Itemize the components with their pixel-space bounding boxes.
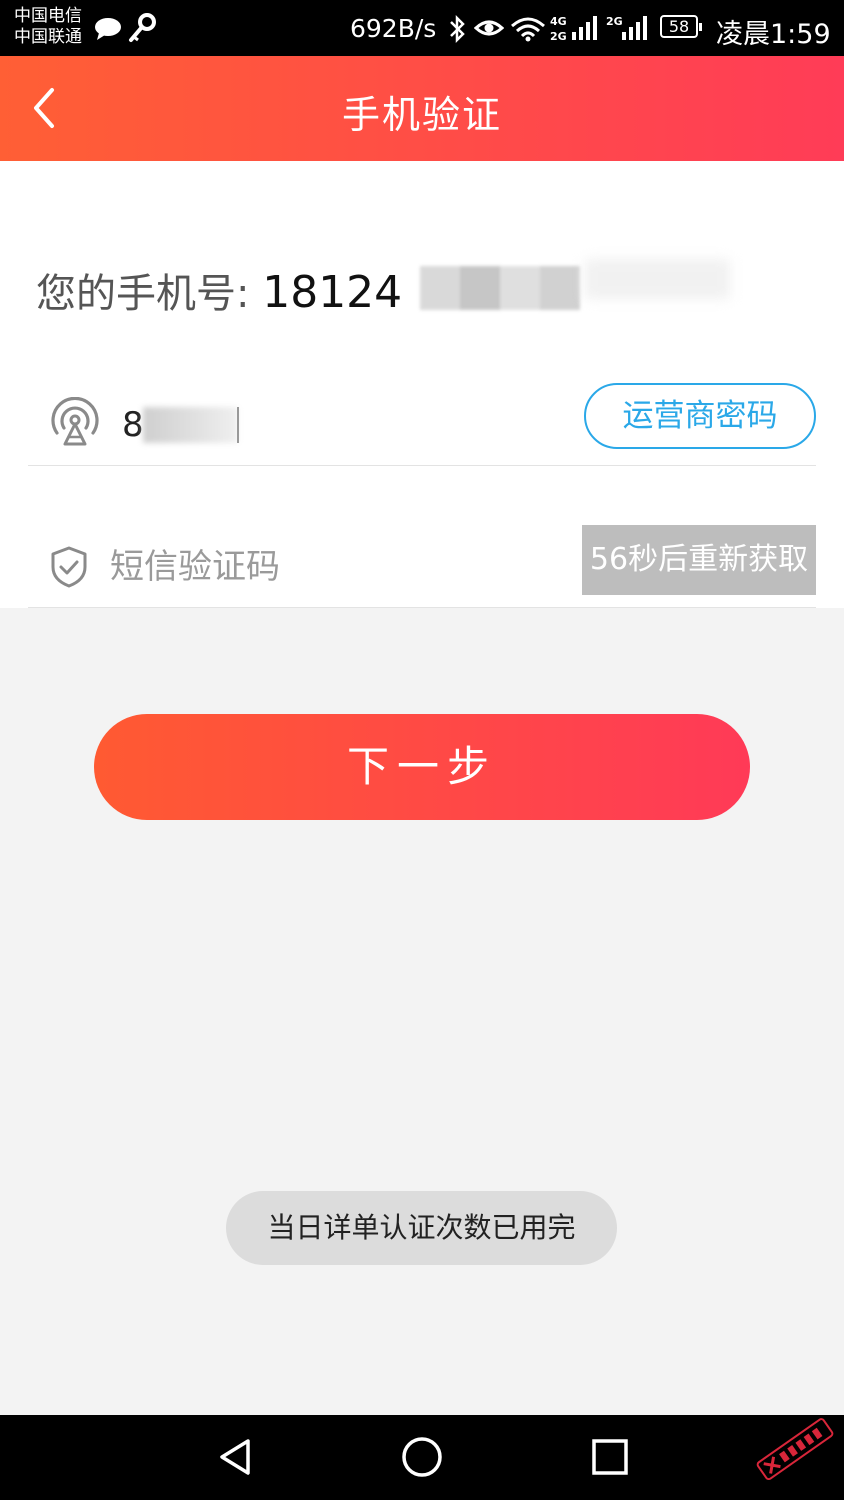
forum-watermark-logo [756,1418,834,1481]
carrier-2: 中国联通 [14,27,82,47]
next-step-button[interactable]: 下一步 [94,714,750,820]
phone-display: 您的手机号: 18124 [36,261,402,319]
system-nav-bar [0,1415,844,1500]
key-icon [129,13,156,42]
signal-4g-icon: 4G 2G [550,15,597,43]
carrier-1: 中国电信 [14,6,82,26]
eye-comfort-icon [474,20,504,36]
toast-message: 当日详单认证次数已用完 [226,1191,617,1265]
page-title: 手机验证 [341,93,502,137]
triangle-back-icon[interactable] [214,1435,258,1479]
phone-redaction-blur [585,259,730,299]
sms-code-row: 56秒后重新获取 [28,516,816,608]
resend-code-button: 56秒后重新获取 [582,525,816,595]
wifi-icon [511,17,545,42]
bluetooth-icon [450,14,465,44]
net-speed: 692B/s [350,14,437,43]
svg-text:2G: 2G [606,15,623,28]
phone-label: 您的手机号: [36,271,250,317]
message-bubble-icon [95,18,121,40]
phone-redaction-mosaic [420,266,580,310]
verification-form: 您的手机号: 18124 运营商密码 56秒后重新获取 [0,161,844,608]
signal-tower-icon [51,397,99,446]
battery-indicator: 58 [660,15,702,38]
signal-2g-icon: 2G [606,15,647,40]
circle-home-icon[interactable] [400,1435,444,1479]
carrier-password-row: 运营商密码 [28,371,816,466]
phone-number: 18124 [262,267,403,318]
square-recents-icon[interactable] [588,1435,632,1479]
status-bar: 中国电信 中国联通 692B/s 4G 2G 2G 58 凌晨1:59 [0,0,844,56]
svg-text:4G: 4G [550,15,567,28]
password-redaction-blur [143,407,238,443]
app-header: 手机验证 [0,56,844,161]
carrier-password-button[interactable]: 运营商密码 [584,383,816,449]
carrier-names: 中国电信 中国联通 [14,6,82,48]
svg-text:2G: 2G [550,30,567,43]
shield-check-icon [51,546,87,588]
text-cursor [237,407,239,443]
sms-code-input[interactable] [110,547,510,587]
clock: 凌晨1:59 [716,19,831,50]
